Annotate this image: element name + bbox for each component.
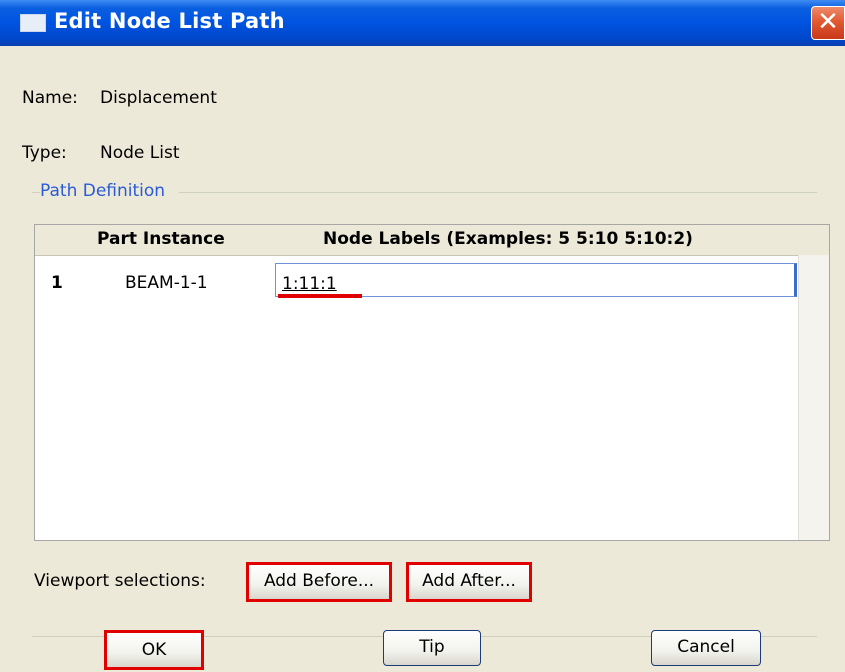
type-value: Node List (100, 143, 180, 163)
path-table: Part Instance Node Labels (Examples: 5 5… (34, 224, 830, 541)
dialog-title: Edit Node List Path (54, 9, 285, 33)
close-icon[interactable]: ✕ (811, 6, 845, 40)
row-index: 1 (51, 273, 63, 293)
table-header: Part Instance Node Labels (Examples: 5 5… (35, 225, 829, 256)
type-label: Type: (22, 143, 67, 163)
node-labels-input[interactable] (275, 263, 797, 297)
ok-button[interactable]: OK (104, 630, 204, 670)
name-label: Name: (22, 88, 78, 108)
window-icon (20, 14, 46, 32)
column-header-node-labels[interactable]: Node Labels (Examples: 5 5:10 5:10:2) (323, 229, 693, 249)
add-after-button[interactable]: Add After... (406, 562, 532, 602)
annotation-underline (278, 294, 362, 298)
path-definition-legend: Path Definition (40, 181, 180, 201)
add-before-button[interactable]: Add Before... (246, 562, 392, 602)
column-header-part-instance[interactable]: Part Instance (97, 229, 225, 249)
viewport-selections-label: Viewport selections: (34, 571, 206, 591)
name-value: Displacement (100, 88, 217, 108)
table-scrollbar[interactable] (798, 255, 829, 540)
tip-button[interactable]: Tip (383, 630, 481, 666)
title-bar: Edit Node List Path ✕ (0, 0, 845, 46)
part-instance-cell[interactable]: BEAM-1-1 (125, 273, 208, 293)
cancel-button[interactable]: Cancel (651, 630, 761, 666)
